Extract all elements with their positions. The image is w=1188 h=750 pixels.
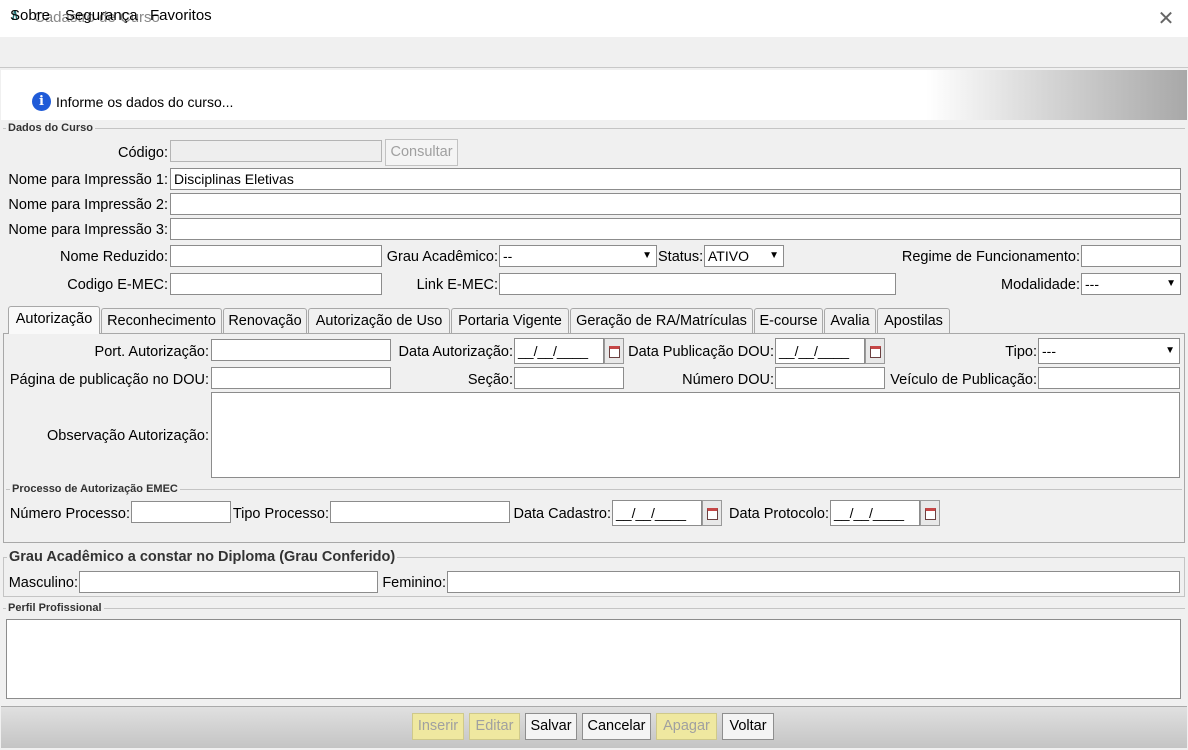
numero-processo-label: Número Processo:	[9, 506, 130, 522]
calendar-icon[interactable]	[702, 500, 722, 526]
nome2-field[interactable]	[170, 193, 1181, 215]
tab-autorizacao[interactable]: Autorização	[8, 306, 100, 334]
veiculo-label: Veículo de Publicação:	[890, 372, 1037, 388]
nome-reduzido-field[interactable]	[170, 245, 382, 267]
numero-processo-field[interactable]	[131, 501, 231, 523]
tab-renovacao[interactable]: Renovação	[223, 308, 307, 333]
data-autorizacao-label: Data Autorização:	[398, 344, 513, 360]
modalidade-select[interactable]: --- ▼	[1081, 273, 1181, 295]
chevron-down-icon: ▼	[769, 250, 779, 261]
masculino-field[interactable]	[79, 571, 378, 593]
data-autorizacao-field[interactable]: __/__/____	[514, 338, 604, 364]
grau-select[interactable]: -- ▼	[499, 245, 657, 267]
menu-sobre[interactable]: Sobre	[10, 7, 50, 24]
calendar-icon[interactable]	[865, 338, 885, 364]
tipo-select[interactable]: --- ▼	[1038, 338, 1180, 364]
observacao-textarea[interactable]	[211, 392, 1180, 478]
inserir-button[interactable]: Inserir	[412, 713, 464, 740]
feminino-field[interactable]	[447, 571, 1180, 593]
cancelar-button[interactable]: Cancelar	[582, 713, 651, 740]
group-title-dados: Dados do Curso	[6, 122, 95, 134]
veiculo-field[interactable]	[1038, 367, 1180, 389]
chevron-down-icon: ▼	[642, 250, 652, 261]
grau-label: Grau Acadêmico:	[386, 249, 498, 265]
group-title-emec: Processo de Autorização EMEC	[10, 483, 180, 495]
data-publicacao-dou-field[interactable]: __/__/____	[775, 338, 865, 364]
data-protocolo-field[interactable]: __/__/____	[830, 500, 920, 526]
modalidade-label: Modalidade:	[1001, 277, 1080, 293]
perfil-profissional-textarea[interactable]	[6, 619, 1181, 699]
tipo-processo-field[interactable]	[330, 501, 510, 523]
nome3-field[interactable]	[170, 218, 1181, 240]
pagina-dou-label: Página de publicação no DOU:	[9, 372, 209, 388]
tab-apostilas[interactable]: Apostilas	[877, 308, 950, 333]
data-publicacao-dou-label: Data Publicação DOU:	[628, 344, 774, 360]
chevron-down-icon: ▼	[1165, 345, 1175, 356]
info-icon: i	[32, 92, 51, 111]
group-divider	[3, 128, 1185, 129]
tab-portaria-vigente[interactable]: Portaria Vigente	[451, 308, 569, 333]
menu-favoritos[interactable]: Favoritos	[150, 7, 212, 24]
nome3-label: Nome para Impressão 3:	[8, 222, 168, 238]
voltar-button[interactable]: Voltar	[722, 713, 774, 740]
tab-autorizacao-uso[interactable]: Autorização de Uso	[308, 308, 450, 333]
status-select[interactable]: ATIVO ▼	[704, 245, 784, 267]
data-cadastro-label: Data Cadastro:	[513, 506, 611, 522]
status-label: Status:	[658, 249, 704, 265]
salvar-button[interactable]: Salvar	[525, 713, 577, 740]
status-select-value: ATIVO	[708, 248, 749, 264]
secao-field[interactable]	[514, 367, 624, 389]
pagina-dou-field[interactable]	[211, 367, 391, 389]
data-protocolo-label: Data Protocolo:	[729, 506, 829, 522]
tab-geracao-ra[interactable]: Geração de RA/Matrículas	[570, 308, 753, 333]
group-divider	[6, 489, 1182, 490]
codigo-field[interactable]	[170, 140, 382, 162]
numero-dou-field[interactable]	[775, 367, 885, 389]
calendar-icon[interactable]	[920, 500, 940, 526]
grau-select-value: --	[503, 248, 513, 264]
nome1-label: Nome para Impressão 1:	[8, 172, 168, 188]
close-icon[interactable]: ✕	[1156, 6, 1176, 31]
emec-label: Codigo E-MEC:	[67, 277, 168, 293]
tipo-processo-label: Tipo Processo:	[232, 506, 329, 522]
tab-avalia[interactable]: Avalia	[824, 308, 876, 333]
tipo-select-value: ---	[1042, 343, 1056, 359]
numero-dou-label: Número DOU:	[682, 372, 774, 388]
menu-seguranca[interactable]: Segurança	[65, 7, 138, 24]
group-divider	[3, 608, 1185, 609]
nome-reduzido-label: Nome Reduzido:	[60, 249, 168, 265]
grau-diploma-title: Grau Acadêmico a constar no Diploma (Gra…	[7, 549, 398, 565]
link-emec-label: Link E-MEC:	[416, 277, 498, 293]
tipo-label: Tipo:	[1005, 344, 1037, 360]
modalidade-select-value: ---	[1085, 276, 1099, 292]
calendar-icon[interactable]	[604, 338, 624, 364]
emec-field[interactable]	[170, 273, 382, 295]
editar-button[interactable]: Editar	[469, 713, 520, 740]
link-emec-field[interactable]	[499, 273, 896, 295]
secao-label: Seção:	[467, 372, 513, 388]
data-cadastro-field[interactable]: __/__/____	[612, 500, 702, 526]
menu-bar	[0, 38, 1188, 68]
chevron-down-icon: ▼	[1166, 278, 1176, 289]
regime-label: Regime de Funcionamento:	[901, 249, 1080, 265]
port-autorizacao-field[interactable]	[211, 339, 391, 361]
consultar-button[interactable]: Consultar	[385, 139, 458, 166]
observacao-label: Observação Autorização:	[46, 428, 209, 444]
tab-e-course[interactable]: E-course	[754, 308, 823, 333]
feminino-label: Feminino:	[382, 575, 446, 591]
port-autorizacao-label: Port. Autorização:	[94, 344, 209, 360]
codigo-label: Código:	[118, 145, 168, 161]
regime-field[interactable]	[1081, 245, 1181, 267]
masculino-label: Masculino:	[8, 575, 78, 591]
group-title-perfil: Perfil Profissional	[6, 602, 104, 614]
nome1-field[interactable]: Disciplinas Eletivas	[170, 168, 1181, 190]
apagar-button[interactable]: Apagar	[656, 713, 717, 740]
info-message: Informe os dados do curso...	[56, 94, 234, 110]
nome2-label: Nome para Impressão 2:	[8, 197, 168, 213]
tab-reconhecimento[interactable]: Reconhecimento	[101, 308, 222, 333]
